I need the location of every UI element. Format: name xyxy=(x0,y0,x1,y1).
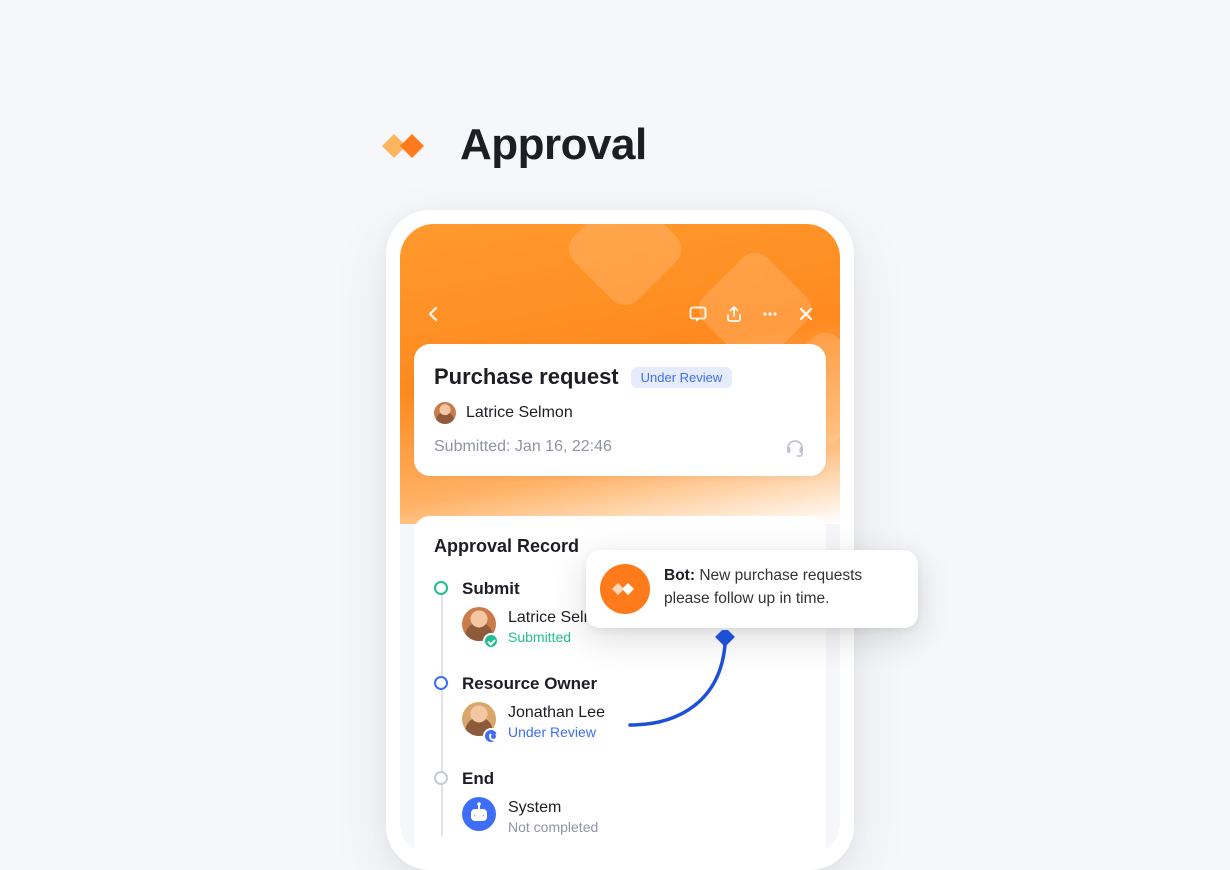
headset-icon[interactable] xyxy=(784,436,806,458)
request-title: Purchase request xyxy=(434,364,619,390)
page-header: Approval xyxy=(378,120,647,170)
close-icon[interactable] xyxy=(788,296,824,332)
phone-frame: Purchase request Under Review Latrice Se… xyxy=(386,210,854,870)
step-dot-icon xyxy=(434,676,448,690)
step-dot-icon xyxy=(434,581,448,595)
submitted-label: Submitted: Jan 16, 22:46 xyxy=(434,438,612,456)
step-user: System xyxy=(508,799,598,817)
page-title: Approval xyxy=(460,120,647,170)
bot-logo-icon xyxy=(600,564,650,614)
avatar xyxy=(462,607,496,646)
phone-screen: Purchase request Under Review Latrice Se… xyxy=(400,224,840,856)
request-card: Purchase request Under Review Latrice Se… xyxy=(414,344,826,476)
bot-prefix: Bot: xyxy=(664,567,695,584)
requester-name: Latrice Selmon xyxy=(466,404,573,422)
avatar xyxy=(462,702,496,741)
share-icon[interactable] xyxy=(716,296,752,332)
back-button[interactable] xyxy=(416,296,452,332)
step-status: Submitted xyxy=(508,629,615,645)
bot-avatar-icon xyxy=(462,797,496,831)
approval-logo-icon xyxy=(378,126,440,164)
step-title: Resource Owner xyxy=(462,674,806,694)
requester-row: Latrice Selmon xyxy=(434,402,806,424)
toolbar xyxy=(400,294,840,334)
more-icon[interactable] xyxy=(752,296,788,332)
step-status: Under Review xyxy=(508,724,605,740)
check-badge-icon xyxy=(483,633,499,649)
step-title: End xyxy=(462,769,806,789)
clock-badge-icon xyxy=(483,728,499,744)
bot-popup: Bot: New purchase requests please follow… xyxy=(586,550,918,628)
bot-message: Bot: New purchase requests please follow… xyxy=(664,564,902,611)
timeline-step-owner: Resource Owner Jonathan Lee Under Review xyxy=(462,674,806,741)
timeline-step-end: End xyxy=(462,769,806,836)
step-status: Not completed xyxy=(508,819,598,835)
step-user: Jonathan Lee xyxy=(508,704,605,722)
avatar xyxy=(462,797,496,836)
step-dot-icon xyxy=(434,771,448,785)
avatar xyxy=(434,402,456,424)
comment-icon[interactable] xyxy=(680,296,716,332)
status-badge: Under Review xyxy=(631,367,733,388)
